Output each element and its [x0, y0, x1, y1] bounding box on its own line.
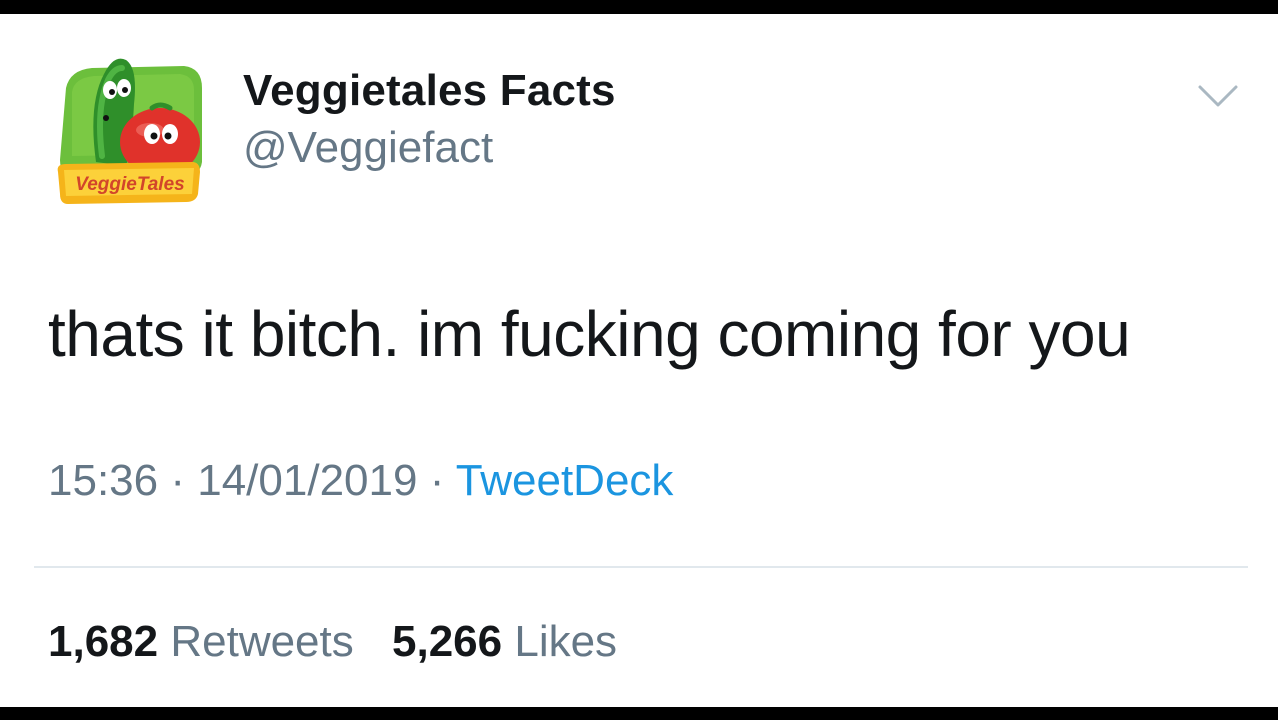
- display-name[interactable]: Veggietales Facts: [243, 66, 616, 116]
- tweet-source-link[interactable]: TweetDeck: [456, 456, 674, 505]
- tweet-date[interactable]: 14/01/2019: [197, 456, 417, 505]
- tweet-metadata: 15:36 · 14/01/2019 · TweetDeck: [48, 456, 673, 506]
- veggietales-logo-icon: VeggieTales: [57, 58, 202, 204]
- logo-wordmark: VeggieTales: [75, 174, 184, 195]
- chevron-down-icon[interactable]: [1196, 82, 1240, 110]
- tweet-card: VeggieTales Veggietales Facts @Veggiefac…: [0, 14, 1278, 707]
- tweet-time[interactable]: 15:36: [48, 456, 158, 505]
- divider: [34, 566, 1248, 568]
- retweets-stat[interactable]: 1,682 Retweets: [48, 617, 366, 666]
- meta-separator: ·: [170, 456, 185, 505]
- likes-stat[interactable]: 5,266 Likes: [392, 617, 617, 666]
- likes-count: 5,266: [392, 617, 503, 666]
- tweet-text: thats it bitch. im fucking coming for yo…: [48, 298, 1131, 370]
- likes-label: Likes: [514, 617, 618, 666]
- user-handle[interactable]: @Veggiefact: [243, 123, 493, 173]
- meta-separator: ·: [429, 456, 445, 505]
- retweets-count: 1,682: [48, 617, 159, 666]
- tweet-stats: 1,682 Retweets 5,266 Likes: [48, 617, 617, 667]
- profile-avatar[interactable]: VeggieTales: [52, 44, 208, 208]
- retweets-label: Retweets: [170, 617, 354, 666]
